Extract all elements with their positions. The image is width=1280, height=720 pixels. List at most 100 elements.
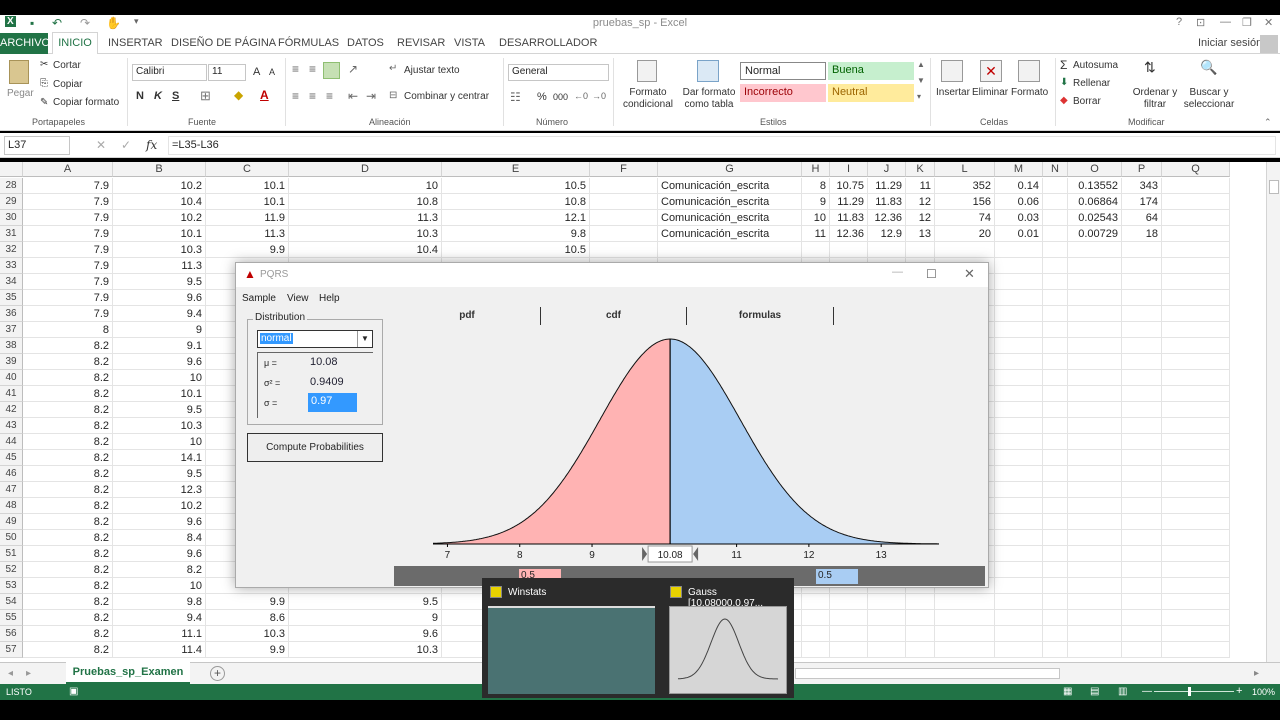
cell-J57[interactable]: [868, 642, 906, 658]
cell-Q32[interactable]: [1162, 242, 1230, 258]
compute-probabilities-button[interactable]: Compute Probabilities: [247, 433, 383, 462]
cell-A43[interactable]: 8.2: [23, 418, 113, 434]
pqrs-window[interactable]: ▲ PQRS — ☐ ✕ Sample View Help Distributi…: [235, 262, 989, 588]
cell-I29[interactable]: 11.29: [830, 194, 868, 210]
zoom-in-icon[interactable]: +: [1236, 685, 1242, 697]
cell-B56[interactable]: 11.1: [113, 626, 206, 642]
row-header[interactable]: 28: [0, 178, 23, 194]
cell-F32[interactable]: [590, 242, 658, 258]
cell-L28[interactable]: 352: [935, 178, 995, 194]
cell-A31[interactable]: 7.9: [23, 226, 113, 242]
cell-N52[interactable]: [1043, 562, 1068, 578]
cell-D56[interactable]: 9.6: [289, 626, 442, 642]
underline-button[interactable]: S: [172, 90, 179, 102]
italic-button[interactable]: K: [154, 90, 162, 102]
cell-O31[interactable]: 0.00729: [1068, 226, 1122, 242]
pqrs-close-icon[interactable]: ✕: [964, 266, 975, 282]
format-as-table-icon[interactable]: [697, 60, 719, 82]
name-box[interactable]: L37: [4, 136, 70, 155]
cell-A48[interactable]: 8.2: [23, 498, 113, 514]
column-header-F[interactable]: F: [590, 162, 658, 177]
cell-Q48[interactable]: [1162, 498, 1230, 514]
row-header[interactable]: 54: [0, 594, 23, 610]
cell-Q35[interactable]: [1162, 290, 1230, 306]
cell-Q33[interactable]: [1162, 258, 1230, 274]
cell-P32[interactable]: [1122, 242, 1162, 258]
page-break-icon[interactable]: ▥: [1118, 686, 1127, 697]
cell-P34[interactable]: [1122, 274, 1162, 290]
row-header[interactable]: 42: [0, 402, 23, 418]
cell-M52[interactable]: [995, 562, 1043, 578]
cell-N36[interactable]: [1043, 306, 1068, 322]
row-header[interactable]: 38: [0, 338, 23, 354]
align-right-icon[interactable]: ≡: [326, 89, 333, 103]
cell-O39[interactable]: [1068, 354, 1122, 370]
cell-B39[interactable]: 9.6: [113, 354, 206, 370]
cell-Q36[interactable]: [1162, 306, 1230, 322]
cell-O45[interactable]: [1068, 450, 1122, 466]
scroll-right-icon[interactable]: ▸: [1254, 668, 1259, 679]
cell-L31[interactable]: 20: [935, 226, 995, 242]
row-header[interactable]: 39: [0, 354, 23, 370]
cell-M33[interactable]: [995, 258, 1043, 274]
cell-A54[interactable]: 8.2: [23, 594, 113, 610]
cell-E28[interactable]: 10.5: [442, 178, 590, 194]
cell-O42[interactable]: [1068, 402, 1122, 418]
cell-M43[interactable]: [995, 418, 1043, 434]
cell-N34[interactable]: [1043, 274, 1068, 290]
cell-O33[interactable]: [1068, 258, 1122, 274]
column-header-D[interactable]: D: [289, 162, 442, 177]
cell-P40[interactable]: [1122, 370, 1162, 386]
cut-button[interactable]: Cortar: [53, 60, 81, 71]
cell-M32[interactable]: [995, 242, 1043, 258]
cell-Q40[interactable]: [1162, 370, 1230, 386]
cell-M57[interactable]: [995, 642, 1043, 658]
align-left-icon[interactable]: ≡: [292, 89, 299, 103]
cell-N30[interactable]: [1043, 210, 1068, 226]
cell-M45[interactable]: [995, 450, 1043, 466]
cell-Q37[interactable]: [1162, 322, 1230, 338]
cell-B55[interactable]: 9.4: [113, 610, 206, 626]
vertical-scrollbar[interactable]: [1266, 162, 1280, 662]
cell-E31[interactable]: 9.8: [442, 226, 590, 242]
cell-H32[interactable]: [802, 242, 830, 258]
cell-M44[interactable]: [995, 434, 1043, 450]
cell-H56[interactable]: [802, 626, 830, 642]
cell-D29[interactable]: 10.8: [289, 194, 442, 210]
cell-K56[interactable]: [906, 626, 935, 642]
cell-O32[interactable]: [1068, 242, 1122, 258]
cell-O28[interactable]: 0.13552: [1068, 178, 1122, 194]
cell-H57[interactable]: [802, 642, 830, 658]
cell-K30[interactable]: 12: [906, 210, 935, 226]
cell-P42[interactable]: [1122, 402, 1162, 418]
row-header[interactable]: 46: [0, 466, 23, 482]
cell-K57[interactable]: [906, 642, 935, 658]
find-select-icon[interactable]: 🔍: [1200, 59, 1217, 76]
cell-Q54[interactable]: [1162, 594, 1230, 610]
cell-B47[interactable]: 12.3: [113, 482, 206, 498]
cell-B50[interactable]: 8.4: [113, 530, 206, 546]
decrease-indent-icon[interactable]: ⇤: [348, 89, 358, 103]
cell-Q56[interactable]: [1162, 626, 1230, 642]
accounting-icon[interactable]: ☷: [510, 90, 521, 104]
pqrs-menu-view[interactable]: View: [287, 293, 309, 304]
cell-N32[interactable]: [1043, 242, 1068, 258]
cell-B36[interactable]: 9.4: [113, 306, 206, 322]
zoom-slider-track[interactable]: [1154, 691, 1234, 692]
cell-P46[interactable]: [1122, 466, 1162, 482]
cell-Q47[interactable]: [1162, 482, 1230, 498]
decrease-decimal-icon[interactable]: →0: [592, 91, 606, 101]
column-header-O[interactable]: O: [1068, 162, 1122, 177]
cell-Q43[interactable]: [1162, 418, 1230, 434]
row-header[interactable]: 29: [0, 194, 23, 210]
sigma-input[interactable]: 0.97: [308, 393, 357, 412]
cell-L32[interactable]: [935, 242, 995, 258]
cell-O56[interactable]: [1068, 626, 1122, 642]
cell-M53[interactable]: [995, 578, 1043, 594]
style-normal[interactable]: Normal: [740, 62, 826, 80]
cell-P48[interactable]: [1122, 498, 1162, 514]
cell-P43[interactable]: [1122, 418, 1162, 434]
cell-Q34[interactable]: [1162, 274, 1230, 290]
increase-indent-icon[interactable]: ⇥: [366, 89, 376, 103]
cell-O54[interactable]: [1068, 594, 1122, 610]
